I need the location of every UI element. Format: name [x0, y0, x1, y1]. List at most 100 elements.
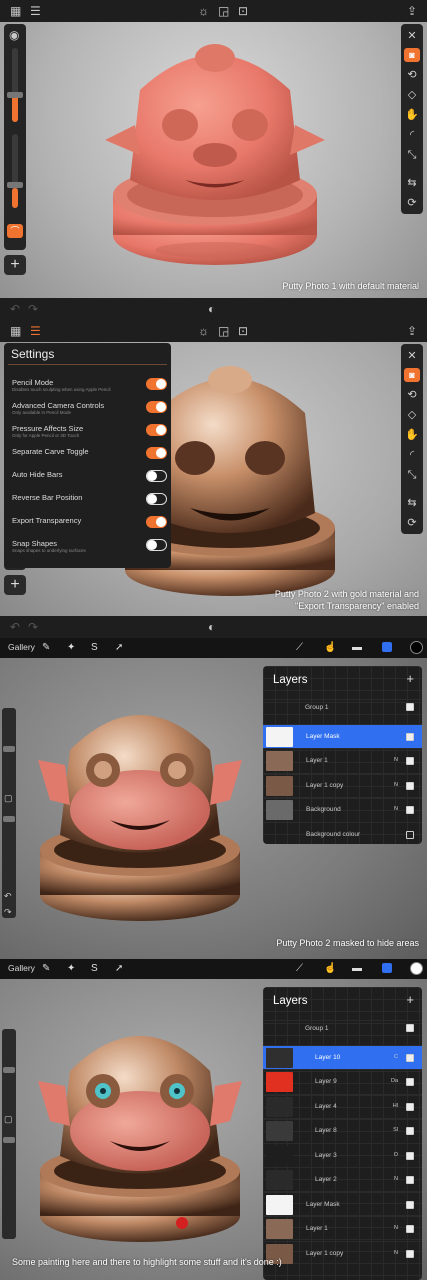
- redo-icon[interactable]: ↷: [28, 301, 38, 317]
- menu-icon[interactable]: ☰: [30, 323, 41, 339]
- brush-size-thumb[interactable]: [3, 1067, 15, 1073]
- rotate-icon[interactable]: ⟳: [401, 514, 423, 532]
- pinch-tool-icon[interactable]: ◇: [401, 86, 423, 104]
- blend-mode[interactable]: Sl: [393, 1127, 398, 1133]
- blend-mode[interactable]: Hl: [393, 1103, 398, 1109]
- settings-toggle[interactable]: [146, 470, 167, 482]
- brush-settings-icon[interactable]: ◉: [9, 27, 19, 43]
- modify-button[interactable]: ▢: [4, 790, 13, 806]
- smooth-tool-icon[interactable]: ◜: [401, 126, 423, 144]
- layer-visibility-checkbox[interactable]: [406, 1024, 414, 1032]
- move-tool-icon[interactable]: ⤡: [401, 146, 423, 164]
- undo-icon[interactable]: ↶: [4, 888, 12, 904]
- rotate-icon[interactable]: ⟳: [401, 194, 423, 212]
- brush-icon[interactable]: ⟋: [296, 962, 303, 976]
- layer-visibility-checkbox[interactable]: [406, 806, 414, 814]
- light-icon[interactable]: ☼: [198, 323, 209, 339]
- blend-mode[interactable]: N: [394, 782, 398, 788]
- layer-visibility-checkbox[interactable]: [406, 1176, 414, 1184]
- gallery-grid-icon[interactable]: ▦: [10, 3, 21, 19]
- menu-icon[interactable]: ☰: [30, 3, 41, 19]
- layer-row[interactable]: Background N: [263, 797, 422, 821]
- layer-visibility-checkbox[interactable]: [406, 1078, 414, 1086]
- layer-row[interactable]: Layer 1 copy N: [263, 772, 422, 797]
- pinch-tool-icon[interactable]: ◇: [401, 406, 423, 424]
- selection-icon[interactable]: S: [91, 641, 98, 655]
- layer-row[interactable]: Group 1: [263, 1020, 422, 1038]
- move-tool-icon[interactable]: ⤡: [401, 466, 423, 484]
- layer-visibility-checkbox[interactable]: [406, 1249, 414, 1258]
- layer-row[interactable]: Layer Mask: [263, 1191, 422, 1216]
- settings-toggle[interactable]: [146, 539, 167, 551]
- symmetry-icon[interactable]: ⇆: [401, 174, 423, 192]
- redo-icon[interactable]: ↷: [28, 619, 38, 635]
- smudge-icon[interactable]: ☝: [324, 641, 336, 655]
- camera-focus-icon[interactable]: ⊡: [238, 323, 248, 339]
- blend-mode[interactable]: N: [394, 757, 398, 763]
- frame-icon[interactable]: ◲: [218, 323, 229, 339]
- add-layer-button[interactable]: +: [406, 671, 414, 686]
- sculpt-tool-icon[interactable]: ◙: [404, 368, 420, 382]
- smooth-tool-icon[interactable]: ◜: [401, 446, 423, 464]
- add-shape-button[interactable]: +: [4, 575, 26, 595]
- brush-icon[interactable]: ⟋: [296, 641, 303, 655]
- layer-row[interactable]: Group 1: [263, 699, 422, 717]
- layers-icon[interactable]: [382, 642, 392, 652]
- layer-row[interactable]: Layer 1 copy N: [263, 1240, 422, 1265]
- blend-mode[interactable]: N: [394, 806, 398, 812]
- inflate-tool-icon[interactable]: ⟲: [401, 66, 423, 84]
- layer-visibility-checkbox[interactable]: [406, 1225, 414, 1233]
- blend-mode[interactable]: O: [394, 1152, 398, 1158]
- selection-icon[interactable]: S: [91, 962, 98, 976]
- transform-icon[interactable]: ➚: [115, 962, 123, 976]
- layer-row[interactable]: Layer 9 Da: [263, 1069, 422, 1093]
- settings-toggle[interactable]: [146, 447, 167, 459]
- eraser-icon[interactable]: ▬: [352, 641, 362, 655]
- color-swatch[interactable]: [410, 962, 423, 975]
- brush-size-thumb[interactable]: [3, 746, 15, 752]
- layer-visibility-checkbox[interactable]: [406, 830, 414, 839]
- layer-visibility-checkbox[interactable]: [406, 757, 414, 765]
- color-swatch[interactable]: [410, 641, 423, 654]
- blend-mode[interactable]: N: [394, 1250, 398, 1256]
- blend-mode[interactable]: Da: [391, 1078, 398, 1084]
- settings-toggle[interactable]: [146, 493, 167, 505]
- camera-focus-icon[interactable]: ⊡: [238, 3, 248, 19]
- layers-icon[interactable]: [382, 963, 392, 973]
- frame-icon[interactable]: ◲: [218, 3, 229, 19]
- carve-toggle-icon[interactable]: ⌒: [7, 224, 23, 238]
- layer-row[interactable]: Layer 4 Hl: [263, 1093, 422, 1118]
- redo-icon[interactable]: ↷: [4, 904, 12, 920]
- layer-visibility-checkbox[interactable]: [406, 781, 414, 790]
- settings-toggle[interactable]: [146, 401, 167, 413]
- wrench-icon[interactable]: ✎: [42, 962, 50, 976]
- inflate-tool-icon[interactable]: ⟲: [401, 386, 423, 404]
- adjustments-icon[interactable]: ✦: [67, 962, 75, 976]
- opacity-slider[interactable]: [12, 134, 18, 208]
- gallery-button[interactable]: Gallery: [8, 963, 35, 973]
- size-slider-thumb[interactable]: [7, 92, 23, 98]
- layer-row[interactable]: Layer 8 Sl: [263, 1118, 422, 1142]
- layer-visibility-checkbox[interactable]: [406, 732, 414, 741]
- grab-tool-icon[interactable]: ✋: [401, 106, 423, 124]
- blend-mode[interactable]: C: [394, 1054, 398, 1060]
- blend-mode[interactable]: N: [394, 1176, 398, 1182]
- transform-icon[interactable]: ➚: [115, 641, 123, 655]
- grab-tool-icon[interactable]: ✋: [401, 426, 423, 444]
- layer-visibility-checkbox[interactable]: [406, 1127, 414, 1135]
- layer-row[interactable]: Background colour: [263, 821, 422, 846]
- opacity-thumb[interactable]: [3, 816, 15, 822]
- layer-row[interactable]: Layer 3 O: [263, 1142, 422, 1167]
- tools-icon[interactable]: ✕: [401, 347, 423, 365]
- layer-visibility-checkbox[interactable]: [406, 1200, 414, 1209]
- gallery-button[interactable]: Gallery: [8, 642, 35, 652]
- layer-visibility-checkbox[interactable]: [406, 1151, 414, 1160]
- layer-row[interactable]: Layer 1 N: [263, 748, 422, 772]
- share-icon[interactable]: ⇪: [407, 3, 417, 19]
- light-icon[interactable]: ☼: [198, 3, 209, 19]
- layer-row[interactable]: Layer 1 N: [263, 1216, 422, 1240]
- wrench-icon[interactable]: ✎: [42, 641, 50, 655]
- blend-mode[interactable]: N: [394, 1225, 398, 1231]
- layer-visibility-checkbox[interactable]: [406, 1053, 414, 1062]
- symmetry-icon[interactable]: ⇆: [401, 494, 423, 512]
